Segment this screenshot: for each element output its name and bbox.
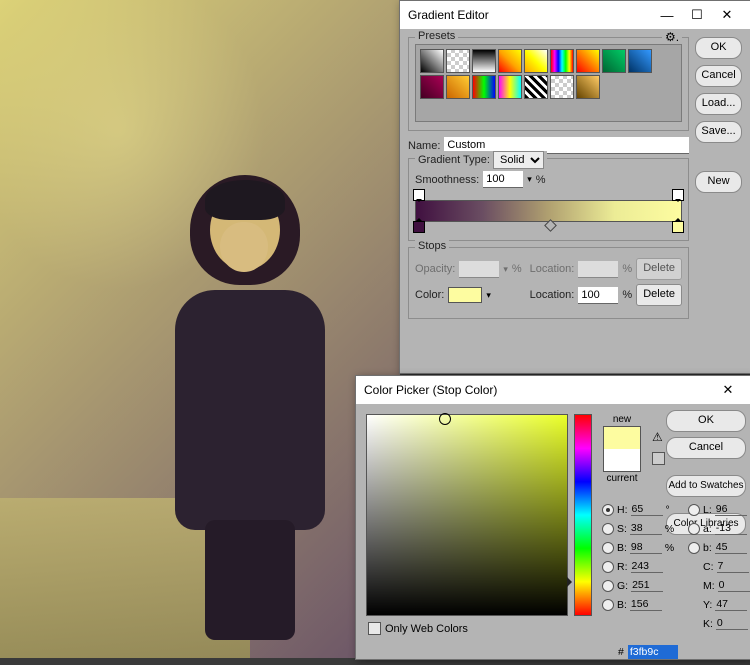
color-picker-titlebar[interactable]: Color Picker (Stop Color) ✕ (356, 376, 750, 404)
g-radio[interactable] (602, 580, 614, 592)
s-input[interactable] (630, 522, 662, 535)
g-input[interactable] (631, 579, 663, 592)
photo-subject (120, 180, 340, 640)
color-stop-right[interactable] (672, 221, 684, 233)
l-radio[interactable] (688, 504, 700, 516)
y-input[interactable] (715, 598, 747, 611)
preset-swatches[interactable] (415, 44, 682, 122)
ok-button[interactable]: OK (695, 37, 742, 59)
chevron-down-icon[interactable]: ▾ (527, 174, 532, 185)
chevron-down-icon[interactable]: ▾ (486, 290, 491, 301)
only-web-label: Only Web Colors (385, 623, 468, 635)
load-button[interactable]: Load... (695, 93, 742, 115)
gradient-type-select[interactable]: Solid (493, 151, 544, 169)
a-input[interactable] (715, 522, 747, 535)
b-radio[interactable] (688, 542, 700, 554)
cancel-button[interactable]: Cancel (666, 437, 746, 459)
close-icon[interactable]: ✕ (712, 1, 742, 29)
hex-input[interactable] (628, 645, 678, 659)
new-button[interactable]: New (695, 171, 742, 193)
save-button[interactable]: Save... (695, 121, 742, 143)
maximize-icon[interactable]: ☐ (682, 1, 712, 29)
smoothness-label: Smoothness: (415, 174, 479, 186)
presets-label: Presets (415, 30, 458, 42)
websafe-warning-icon[interactable] (652, 452, 665, 465)
h-radio[interactable] (602, 504, 614, 516)
minimize-icon[interactable]: — (652, 1, 682, 29)
bv-radio[interactable] (602, 542, 614, 554)
color-picker-window: Color Picker (Stop Color) ✕ new current … (355, 375, 750, 660)
add-swatches-button[interactable]: Add to Swatches (666, 475, 746, 497)
r-input[interactable] (631, 560, 663, 573)
s-radio[interactable] (602, 523, 614, 535)
stop-location-a-input (578, 261, 618, 278)
gradient-editor-titlebar[interactable]: Gradient Editor — ☐ ✕ (400, 1, 750, 29)
smoothness-input[interactable] (483, 171, 523, 188)
stop-location-b-input[interactable] (578, 287, 618, 304)
gamut-warning-icon[interactable]: ⚠ (652, 430, 663, 444)
saturation-value-field[interactable] (366, 414, 568, 616)
new-color-swatch[interactable] (604, 427, 640, 449)
new-current-preview: new current (600, 414, 644, 484)
c-input[interactable] (717, 560, 749, 573)
window-title: Color Picker (Stop Color) (364, 383, 497, 397)
stop-color-well[interactable] (448, 287, 482, 303)
ok-button[interactable]: OK (666, 410, 746, 432)
l-input[interactable] (715, 503, 747, 516)
r-radio[interactable] (602, 561, 614, 573)
m-input[interactable] (718, 579, 750, 592)
hash-label: # (618, 646, 624, 658)
hue-slider[interactable] (574, 414, 592, 616)
hue-pointer[interactable] (567, 577, 577, 587)
opacity-stop-left[interactable] (413, 189, 425, 201)
bc-radio[interactable] (602, 599, 614, 611)
stops-label: Stops (415, 240, 449, 252)
gear-icon[interactable]: ⚙. (662, 30, 682, 44)
photo-canvas (0, 0, 400, 658)
delete-color-stop-button[interactable]: Delete (636, 284, 682, 306)
close-icon[interactable]: ✕ (713, 376, 743, 404)
delete-opacity-stop-button: Delete (636, 258, 682, 280)
bc-input[interactable] (630, 598, 662, 611)
opacity-stop-right[interactable] (672, 189, 684, 201)
lab-b-input[interactable] (715, 541, 747, 554)
gradient-type-group: Gradient Type: Solid Smoothness: ▾ % (408, 158, 689, 241)
cancel-button[interactable]: Cancel (695, 65, 742, 87)
window-title: Gradient Editor (408, 8, 489, 22)
gradient-editor-window: Gradient Editor — ☐ ✕ Presets ⚙. (399, 0, 750, 374)
h-input[interactable] (631, 503, 663, 516)
a-radio[interactable] (688, 523, 700, 535)
only-web-checkbox[interactable] (368, 622, 381, 635)
bv-input[interactable] (630, 541, 662, 554)
name-label: Name: (408, 140, 440, 152)
presets-group: Presets ⚙. (408, 37, 689, 131)
k-input[interactable] (716, 617, 748, 630)
sv-cursor[interactable] (439, 413, 451, 425)
stops-group: Stops Opacity: ▾ % Location: % Delete Co… (408, 247, 689, 319)
stop-opacity-input (459, 261, 499, 278)
current-color-swatch[interactable] (604, 449, 640, 471)
gradient-ramp[interactable] (415, 200, 682, 222)
color-stop-left[interactable] (413, 221, 425, 233)
